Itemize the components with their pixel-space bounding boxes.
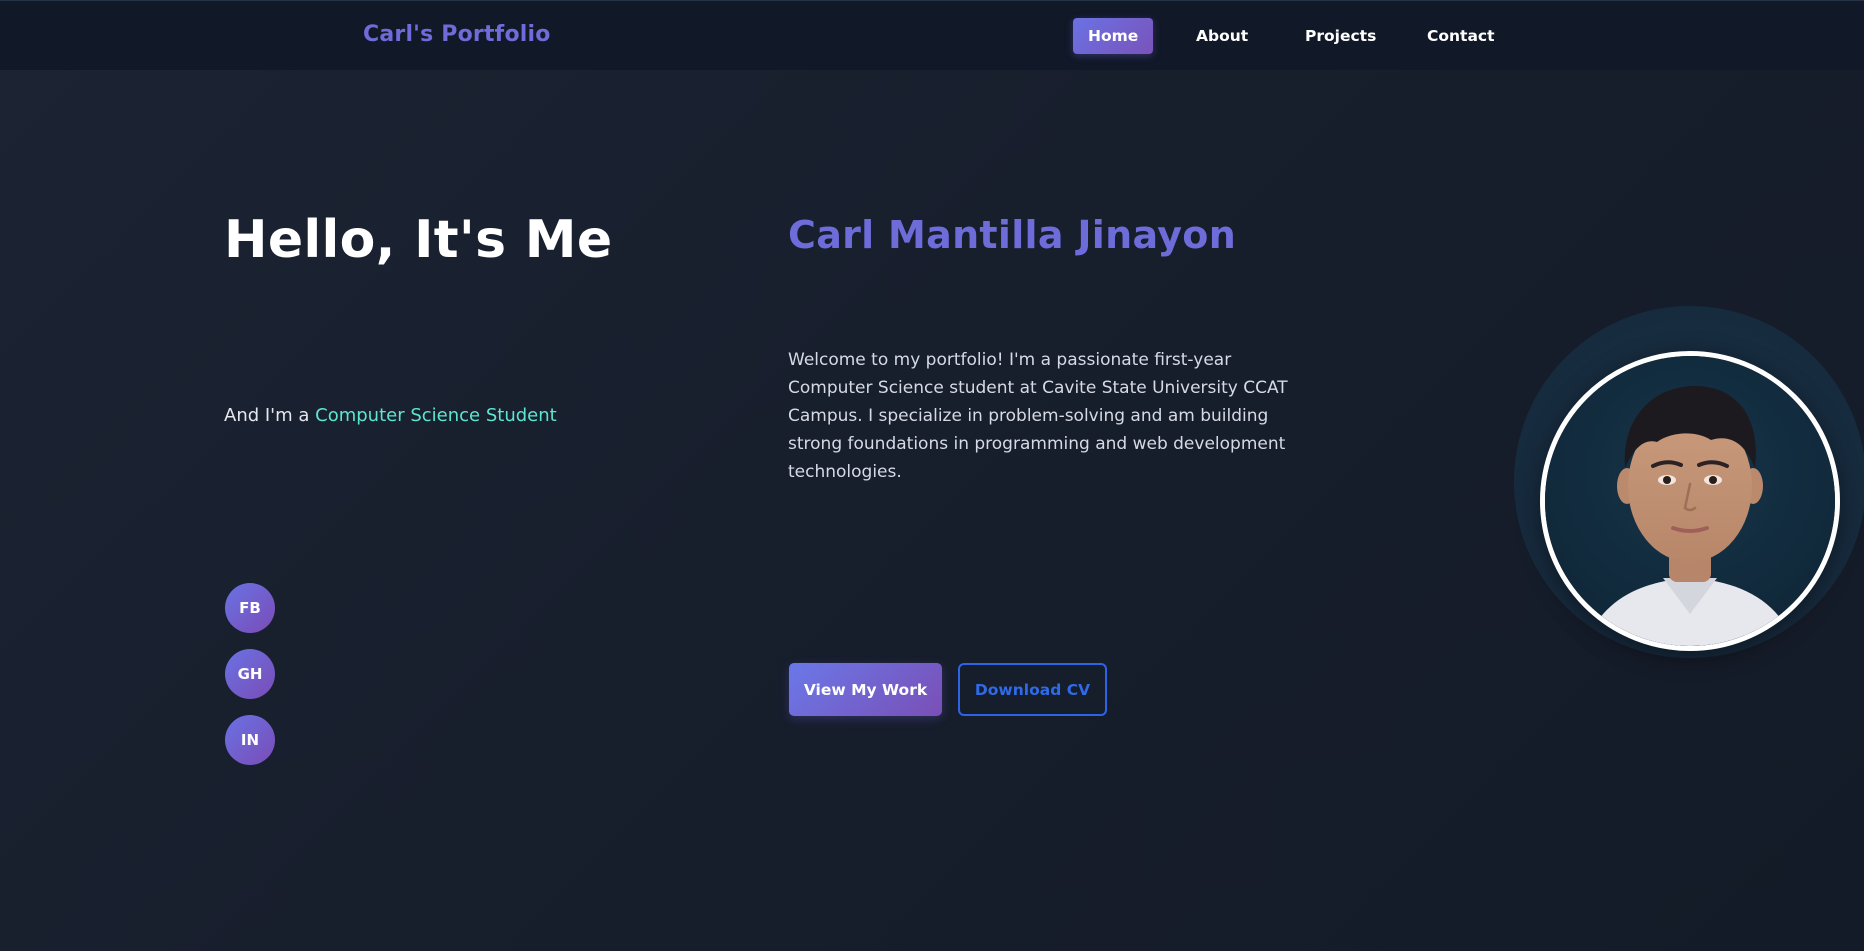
hero-greeting: Hello, It's Me: [224, 210, 613, 270]
navbar: Carl's Portfolio Home About Projects Con…: [0, 0, 1864, 70]
nav-item-home[interactable]: Home: [1073, 18, 1154, 54]
view-my-work-button[interactable]: View My Work: [789, 663, 942, 716]
role-prefix: And I'm a: [224, 405, 316, 426]
linkedin-link[interactable]: IN: [225, 715, 275, 765]
hero-role-line: And I'm a Computer Science Student: [224, 405, 557, 426]
profile-photo: [1540, 351, 1840, 651]
nav-item-about[interactable]: About: [1181, 18, 1263, 54]
facebook-icon: FB: [239, 599, 261, 617]
profile-portrait-illustration: [1545, 356, 1835, 646]
hero-bio: Welcome to my portfolio! I'm a passionat…: [788, 350, 1288, 482]
github-link[interactable]: GH: [225, 649, 275, 699]
github-icon: GH: [237, 665, 263, 683]
facebook-link[interactable]: FB: [225, 583, 275, 633]
nav-item-projects[interactable]: Projects: [1290, 18, 1391, 54]
hero-name: Carl Mantilla Jinayon: [788, 213, 1237, 257]
page: Carl's Portfolio Home About Projects Con…: [0, 0, 1864, 951]
role-highlight: Computer Science Student: [315, 405, 557, 426]
brand-logo[interactable]: Carl's Portfolio: [363, 22, 551, 47]
linkedin-icon: IN: [240, 731, 260, 749]
download-cv-button[interactable]: Download CV: [958, 663, 1107, 716]
nav-item-contact[interactable]: Contact: [1412, 18, 1510, 54]
